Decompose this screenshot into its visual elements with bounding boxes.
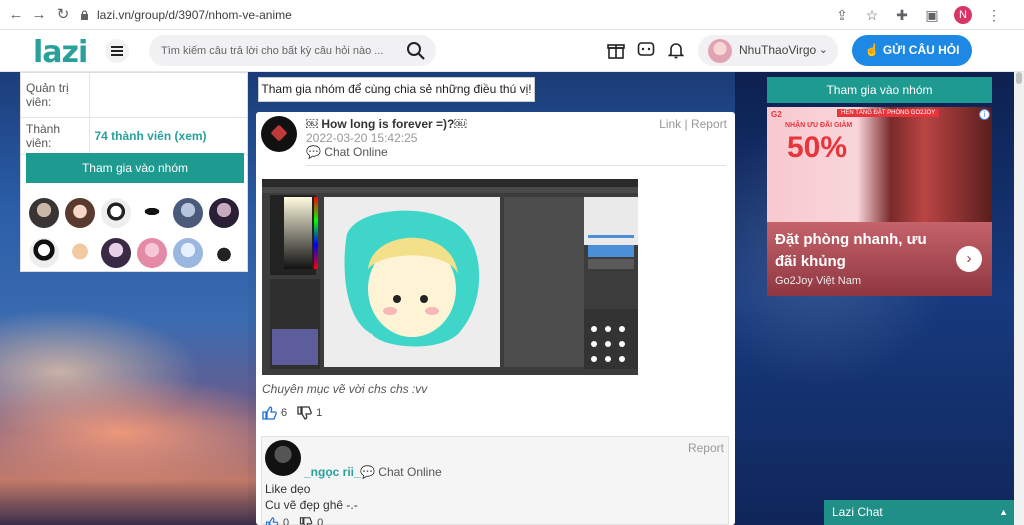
member-avatar[interactable] xyxy=(65,238,95,268)
ad-advertiser: Go2Joy Việt Nam xyxy=(775,275,862,287)
user-avatar xyxy=(708,39,732,63)
ad-headline: Đặt phòng nhanh, ưu đãi khủng xyxy=(775,231,927,270)
post-author-avatar[interactable] xyxy=(261,116,297,152)
address-bar[interactable]: lazi.vn/group/d/3907/nhom-ve-anime xyxy=(80,5,520,25)
lazi-chat-label: Lazi Chat xyxy=(832,505,883,519)
member-avatar[interactable] xyxy=(137,198,167,228)
lock-icon xyxy=(81,10,88,20)
ask-question-button[interactable]: ☝ GỬI CÂU HỎI xyxy=(852,35,972,66)
post-actions: Link | Report xyxy=(659,117,727,131)
post-caption: Chuyên mục vẽ vời chs chs :vv xyxy=(262,382,428,396)
hand-icon: ☝ xyxy=(864,43,880,57)
ad-small-label: NHẬN ƯU ĐÃI GIẢM xyxy=(785,122,853,129)
comment-report[interactable]: Report xyxy=(688,441,724,455)
bell-icon[interactable] xyxy=(667,41,685,59)
profile-avatar[interactable]: N xyxy=(954,6,972,24)
admin-label: Quản trị viên: xyxy=(21,73,90,118)
forward-icon[interactable]: → xyxy=(31,7,47,23)
comment-author-name[interactable]: _ngọc rii_ xyxy=(304,465,361,479)
member-avatar[interactable] xyxy=(137,238,167,268)
like-count: 6 xyxy=(281,407,288,419)
scrollbar-thumb[interactable] xyxy=(1016,72,1022,84)
ad-brand: G2 xyxy=(771,110,782,119)
thumbs-up-icon[interactable] xyxy=(262,406,277,420)
comment-line-1: Like dẹo xyxy=(265,482,311,496)
sidebar-icon[interactable]: ▣ xyxy=(924,7,940,23)
chat-icon[interactable] xyxy=(637,41,655,59)
extensions-icon[interactable]: ✚ xyxy=(894,7,910,23)
lazi-logo[interactable]: lazi xyxy=(33,35,88,70)
bookmark-star-icon[interactable]: ☆ xyxy=(864,7,880,23)
browser-toolbar: ← → ↻ lazi.vn/group/d/3907/nhom-ve-anime… xyxy=(0,0,1024,30)
share-icon[interactable]: ⇪ xyxy=(834,7,850,23)
thumbs-down-icon[interactable] xyxy=(297,406,312,420)
join-group-button-right[interactable]: Tham gia vào nhóm xyxy=(767,77,992,103)
post-divider xyxy=(306,165,726,166)
chat-bubble-icon: 💬 xyxy=(360,465,375,479)
member-avatar[interactable] xyxy=(101,238,131,268)
username: NhuThaoVirgo xyxy=(739,43,817,57)
post-link[interactable]: Link xyxy=(659,117,681,131)
post-author-status: 💬 Chat Online xyxy=(306,145,388,159)
group-post: ￼ How long is forever =)?￼ 2022-03-20 15… xyxy=(256,112,735,525)
member-avatar[interactable] xyxy=(29,198,59,228)
member-avatars xyxy=(29,198,241,268)
site-header: lazi NhuThaoVirgo ⌄ ☝ GỬI CÂU HỎI xyxy=(0,30,1024,72)
comment: _ngọc rii_ 💬 Chat Online Report Like dẹo… xyxy=(261,436,729,525)
search-box xyxy=(149,35,436,66)
join-cta-banner: Tham gia nhóm để cùng chia sẻ những điều… xyxy=(258,77,535,102)
thumbs-up-icon[interactable] xyxy=(265,517,279,525)
post-date: 2022-03-20 15:42:25 xyxy=(306,131,418,145)
search-input[interactable] xyxy=(161,41,401,60)
members-link[interactable]: 74 thành viên (xem) xyxy=(95,129,207,143)
post-image[interactable] xyxy=(262,179,638,375)
post-status-label: Chat Online xyxy=(324,145,388,159)
chevron-down-icon: ⌄ xyxy=(818,44,828,56)
comment-dislike-count: 0 xyxy=(317,517,324,525)
member-avatar[interactable] xyxy=(173,238,203,268)
post-reactions: 6 1 xyxy=(262,406,322,420)
comment-author-avatar[interactable] xyxy=(265,440,301,476)
member-avatar[interactable] xyxy=(101,198,131,228)
member-avatar[interactable] xyxy=(209,238,239,268)
user-menu[interactable]: NhuThaoVirgo ⌄ xyxy=(698,35,838,66)
post-title[interactable]: ￼ How long is forever =)?￼ xyxy=(306,117,466,131)
member-avatar[interactable] xyxy=(65,198,95,228)
dislike-count: 1 xyxy=(316,407,323,419)
reload-icon[interactable]: ↻ xyxy=(55,7,71,23)
more-menu-icon[interactable]: ⋮ xyxy=(986,7,1002,23)
ad-percent: 50% xyxy=(787,131,848,164)
group-info-table: Quản trị viên: Thành viên: 74 thành viên… xyxy=(21,73,247,155)
comment-like-count: 0 xyxy=(283,517,290,525)
chevron-up-icon[interactable]: ▲ xyxy=(999,500,1008,525)
ask-question-label: GỬI CÂU HỎI xyxy=(882,43,960,57)
members-label: Thành viên: xyxy=(21,117,90,155)
comment-line-2: Cu vẽ đẹp ghê -.- xyxy=(265,498,358,512)
hamburger-menu-button[interactable] xyxy=(105,39,129,63)
ad-info-icon[interactable]: i xyxy=(979,109,990,120)
admin-value xyxy=(89,73,247,118)
lazi-chat-bar[interactable]: Lazi Chat ▲ xyxy=(824,500,1014,525)
thumbs-down-icon[interactable] xyxy=(299,517,313,525)
post-report[interactable]: Report xyxy=(691,117,727,131)
back-icon[interactable]: ← xyxy=(8,7,24,23)
chat-bubble-icon: 💬 xyxy=(306,145,321,159)
member-avatar[interactable] xyxy=(173,198,203,228)
search-icon[interactable] xyxy=(406,41,426,61)
comment-author-status: 💬 Chat Online xyxy=(360,465,442,479)
chevron-right-icon: › xyxy=(966,250,972,267)
ad-next-button[interactable]: › xyxy=(956,246,982,272)
member-avatar[interactable] xyxy=(29,238,59,268)
ad-top-label: HÈN TĂNG ĐẶT PHÒNG GO2JOY xyxy=(837,109,940,117)
url-text: lazi.vn/group/d/3907/nhom-ve-anime xyxy=(97,8,292,22)
comment-status-label: Chat Online xyxy=(378,465,442,479)
gift-icon[interactable] xyxy=(607,41,625,59)
join-group-button[interactable]: Tham gia vào nhóm xyxy=(26,153,244,183)
page-scrollbar[interactable] xyxy=(1014,72,1024,525)
member-avatar[interactable] xyxy=(209,198,239,228)
advertisement[interactable]: G2 HÈN TĂNG ĐẶT PHÒNG GO2JOY NHẬN ƯU ĐÃI… xyxy=(767,107,992,296)
group-info-panel: Quản trị viên: Thành viên: 74 thành viên… xyxy=(20,72,248,272)
comment-reactions: 0 0 xyxy=(265,517,323,525)
